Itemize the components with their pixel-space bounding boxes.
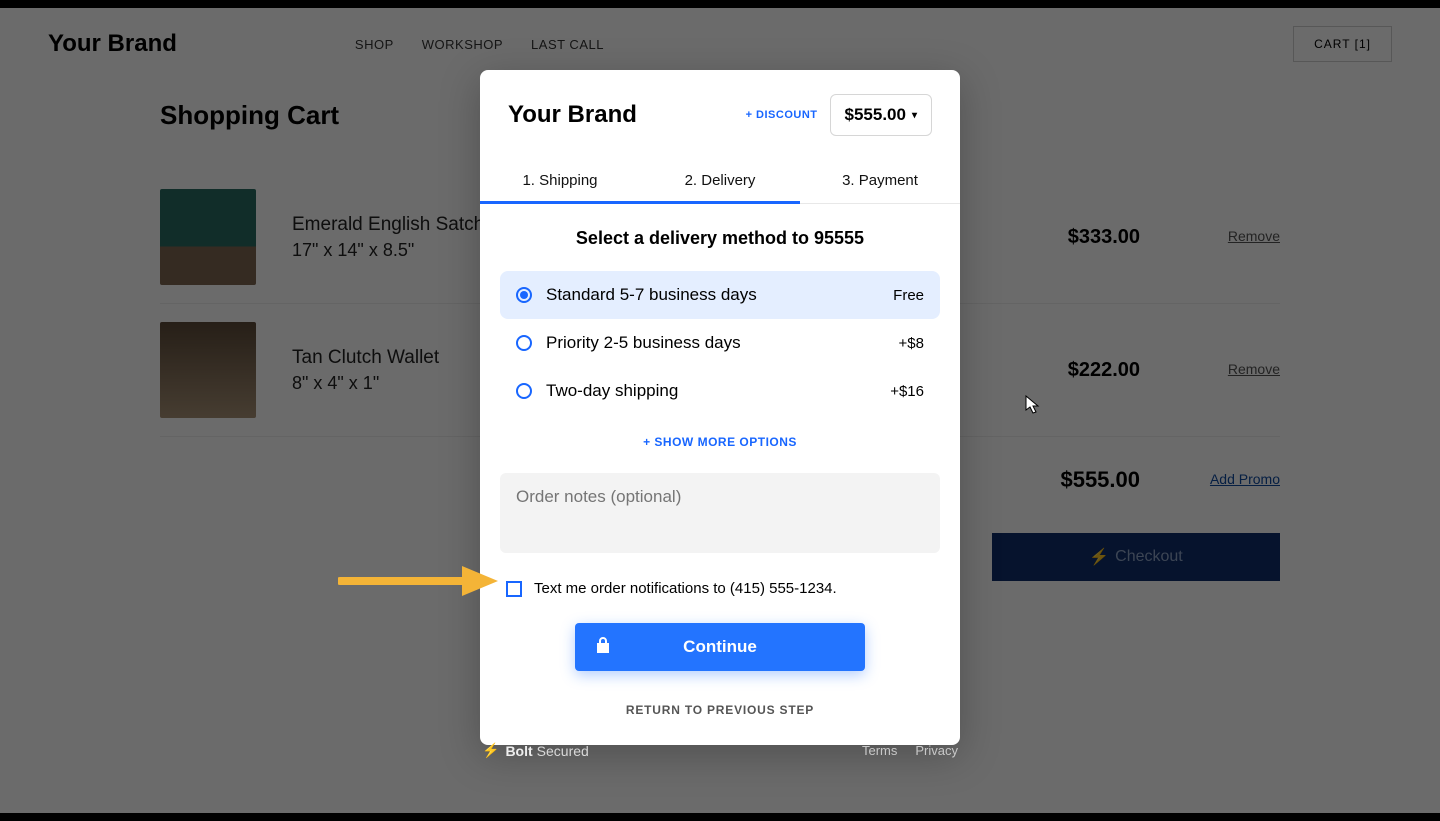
sms-checkbox[interactable] bbox=[506, 581, 522, 597]
radio-icon bbox=[516, 287, 532, 303]
delivery-option-label: Two-day shipping bbox=[546, 381, 890, 401]
delivery-option-twoday[interactable]: Two-day shipping +$16 bbox=[500, 367, 940, 415]
radio-icon bbox=[516, 335, 532, 351]
secured-label: Secured bbox=[537, 743, 589, 759]
sms-label: Text me order notifications to (415) 555… bbox=[534, 580, 837, 597]
continue-button[interactable]: Continue bbox=[575, 623, 865, 671]
bolt-brand: Bolt bbox=[505, 743, 532, 759]
checkout-tabs: 1. Shipping 2. Delivery 3. Payment bbox=[480, 160, 960, 204]
discount-button[interactable]: + DISCOUNT bbox=[746, 109, 818, 121]
lock-icon bbox=[595, 636, 611, 659]
checkout-modal: Your Brand + DISCOUNT $555.00 ▾ 1. Shipp… bbox=[480, 70, 960, 745]
show-more-options[interactable]: + SHOW MORE OPTIONS bbox=[500, 435, 940, 449]
delivery-option-label: Standard 5-7 business days bbox=[546, 285, 893, 305]
sms-opt-in-row: Text me order notifications to (415) 555… bbox=[506, 580, 934, 597]
radio-icon bbox=[516, 383, 532, 399]
privacy-link[interactable]: Privacy bbox=[915, 743, 958, 758]
delivery-option-standard[interactable]: Standard 5-7 business days Free bbox=[500, 271, 940, 319]
tab-payment[interactable]: 3. Payment bbox=[800, 160, 960, 203]
tab-delivery[interactable]: 2. Delivery bbox=[640, 160, 800, 203]
delivery-option-priority[interactable]: Priority 2-5 business days +$8 bbox=[500, 319, 940, 367]
order-total-dropdown[interactable]: $555.00 ▾ bbox=[830, 94, 932, 136]
order-total-amount: $555.00 bbox=[845, 105, 906, 125]
order-notes-input[interactable] bbox=[500, 473, 940, 553]
delivery-title: Select a delivery method to 95555 bbox=[500, 228, 940, 249]
continue-label: Continue bbox=[683, 637, 757, 657]
tab-shipping[interactable]: 1. Shipping bbox=[480, 160, 640, 203]
modal-footer: ⚡ Bolt Secured Terms Privacy bbox=[480, 742, 960, 759]
delivery-option-label: Priority 2-5 business days bbox=[546, 333, 899, 353]
modal-brand: Your Brand bbox=[508, 101, 746, 129]
mouse-cursor-icon bbox=[1025, 395, 1041, 415]
modal-header: Your Brand + DISCOUNT $555.00 ▾ bbox=[480, 70, 960, 136]
delivery-option-price: +$8 bbox=[899, 335, 924, 352]
delivery-option-price: +$16 bbox=[890, 383, 924, 400]
caret-down-icon: ▾ bbox=[912, 110, 917, 121]
bolt-icon: ⚡ bbox=[482, 742, 499, 759]
return-link[interactable]: RETURN TO PREVIOUS STEP bbox=[500, 703, 940, 717]
terms-link[interactable]: Terms bbox=[862, 743, 897, 758]
delivery-option-price: Free bbox=[893, 287, 924, 304]
